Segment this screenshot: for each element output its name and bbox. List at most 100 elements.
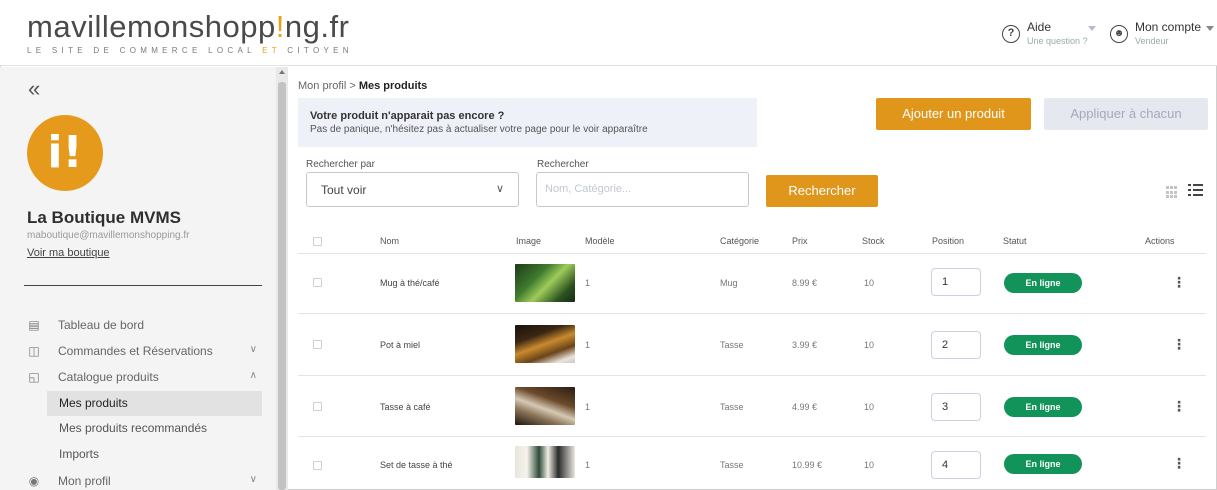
- product-image: [515, 325, 575, 363]
- help-menu[interactable]: ? Aide Une question ?: [1002, 20, 1096, 46]
- product-price: 3.99 €: [792, 340, 818, 350]
- product-image: [515, 446, 575, 478]
- column-header-position: Position: [932, 236, 965, 246]
- top-header: mavillemonshopp!ng.fr LE SITE DE COMMERC…: [0, 0, 1217, 66]
- sidebar-subitem-recommended[interactable]: Mes produits recommandés: [47, 416, 262, 441]
- row-divider: [298, 436, 1206, 437]
- row-checkbox[interactable]: [313, 461, 322, 470]
- account-title: Mon compte: [1135, 20, 1202, 34]
- scroll-up-arrow-icon[interactable]: [279, 70, 285, 74]
- more-actions-icon[interactable]: ⋮: [1172, 456, 1186, 470]
- status-badge: En ligne: [1004, 273, 1082, 293]
- sidebar-item-profile[interactable]: ◉ Mon profil ∨: [27, 470, 263, 490]
- status-badge: En ligne: [1004, 335, 1082, 355]
- product-name: Mug à thé/café: [380, 278, 440, 288]
- row-checkbox[interactable]: [313, 340, 322, 349]
- row-divider: [298, 375, 1206, 376]
- table-header-divider: [298, 253, 1206, 254]
- product-category: Tasse: [720, 460, 744, 470]
- column-header-image: Image: [516, 236, 542, 246]
- add-product-button[interactable]: Ajouter un produit: [876, 98, 1031, 130]
- profile-icon: ◉: [28, 474, 40, 488]
- select-all-checkbox[interactable]: [313, 237, 322, 246]
- apply-to-each-button[interactable]: Appliquer à chacun: [1044, 98, 1208, 130]
- product-category: Tasse: [720, 402, 744, 412]
- column-header-actions: Actions: [1145, 236, 1175, 246]
- breadcrumb-separator: >: [346, 80, 359, 92]
- column-header-price: Prix: [792, 236, 808, 246]
- sidebar-subitem-my-products[interactable]: Mes produits: [47, 391, 262, 416]
- collapse-sidebar-icon[interactable]: «: [28, 78, 40, 100]
- logo-tagline: LE SITE DE COMMERCE LOCAL ET CITOYEN: [27, 46, 353, 55]
- chevron-down-icon: ∨: [249, 474, 257, 485]
- product-stock: 10: [864, 340, 875, 350]
- question-icon: ?: [1002, 25, 1020, 43]
- position-input[interactable]: 1: [931, 268, 981, 296]
- shop-avatar: i!: [27, 115, 103, 191]
- product-model: 1: [585, 460, 591, 470]
- dashboard-icon: ▤: [28, 318, 40, 332]
- search-by-value: Tout voir: [321, 183, 367, 197]
- column-header-stock: Stock: [862, 236, 885, 246]
- breadcrumb-current: Mes produits: [358, 80, 428, 92]
- info-text: Pas de panique, n'hésitez pas à actualis…: [310, 124, 648, 135]
- status-badge: En ligne: [1004, 397, 1082, 417]
- product-category: Mug: [720, 278, 738, 288]
- more-actions-icon[interactable]: ⋮: [1172, 399, 1186, 413]
- shop-email: maboutique@mavillemonshopping.fr: [27, 230, 190, 241]
- site-logo[interactable]: mavillemonshopp!ng.fr LE SITE DE COMMERC…: [27, 9, 353, 56]
- product-stock: 10: [864, 460, 875, 470]
- sidebar-item-label: Commandes et Réservations: [58, 344, 213, 358]
- sidebar-item-catalog[interactable]: ◱ Catalogue produits ∧: [27, 366, 263, 388]
- column-header-name: Nom: [380, 236, 400, 246]
- sidebar-scrollbar-thumb[interactable]: [278, 82, 286, 490]
- user-icon: ☻: [1110, 25, 1128, 43]
- product-model: 1: [585, 402, 591, 412]
- sidebar-item-orders[interactable]: ◫ Commandes et Réservations ∨: [27, 340, 263, 362]
- chevron-down-icon: ∨: [249, 344, 257, 355]
- search-button[interactable]: Rechercher: [766, 175, 878, 207]
- search-label: Rechercher: [537, 159, 589, 170]
- breadcrumb-parent[interactable]: Mon profil: [298, 80, 346, 92]
- position-input[interactable]: 4: [931, 451, 981, 479]
- product-category: Tasse: [720, 340, 744, 350]
- account-menu[interactable]: ☻ Mon compte Vendeur: [1110, 20, 1214, 46]
- status-badge: En ligne: [1004, 454, 1082, 474]
- more-actions-icon[interactable]: ⋮: [1172, 275, 1186, 289]
- logo-wordmark: mavillemonshopp!ng.fr: [27, 9, 350, 44]
- sidebar-divider: [24, 285, 262, 286]
- list-view-icon[interactable]: [1188, 184, 1203, 200]
- search-input[interactable]: Nom, Catégorie...: [536, 172, 749, 207]
- product-price: 8.99 €: [792, 278, 818, 288]
- view-shop-link[interactable]: Voir ma boutique: [27, 247, 110, 259]
- product-name: Set de tasse à thé: [380, 460, 453, 470]
- product-image: [515, 387, 575, 425]
- help-title: Aide: [1027, 20, 1052, 34]
- row-divider: [298, 313, 1206, 314]
- product-price: 10.99 €: [792, 460, 823, 470]
- row-checkbox[interactable]: [313, 402, 322, 411]
- sidebar-item-label: Tableau de bord: [58, 318, 145, 332]
- chevron-down-icon: [1088, 26, 1096, 31]
- shop-name: La Boutique MVMS: [27, 208, 181, 227]
- sidebar-subitem-imports[interactable]: Imports: [47, 442, 262, 467]
- more-actions-icon[interactable]: ⋮: [1172, 337, 1186, 351]
- column-header-status: Statut: [1003, 236, 1027, 246]
- sidebar-item-dashboard[interactable]: ▤ Tableau de bord: [27, 314, 263, 336]
- product-name: Tasse à café: [380, 402, 431, 412]
- product-price: 4.99 €: [792, 402, 818, 412]
- chevron-down-icon: [1206, 26, 1214, 31]
- info-title: Votre produit n'apparait pas encore ?: [310, 110, 505, 122]
- sidebar-item-label: Catalogue produits: [58, 370, 159, 384]
- position-input[interactable]: 3: [931, 393, 981, 421]
- product-model: 1: [585, 340, 591, 350]
- sidebar-item-label: Mon profil: [58, 474, 111, 488]
- product-stock: 10: [864, 278, 875, 288]
- account-subtitle: Vendeur: [1135, 36, 1169, 46]
- row-checkbox[interactable]: [313, 278, 322, 287]
- grid-view-icon[interactable]: [1166, 186, 1179, 199]
- help-subtitle: Une question ?: [1027, 36, 1088, 46]
- search-by-select[interactable]: Tout voir ∨: [306, 172, 519, 207]
- info-banner: Votre produit n'apparait pas encore ? Pa…: [298, 98, 757, 147]
- position-input[interactable]: 2: [931, 331, 981, 359]
